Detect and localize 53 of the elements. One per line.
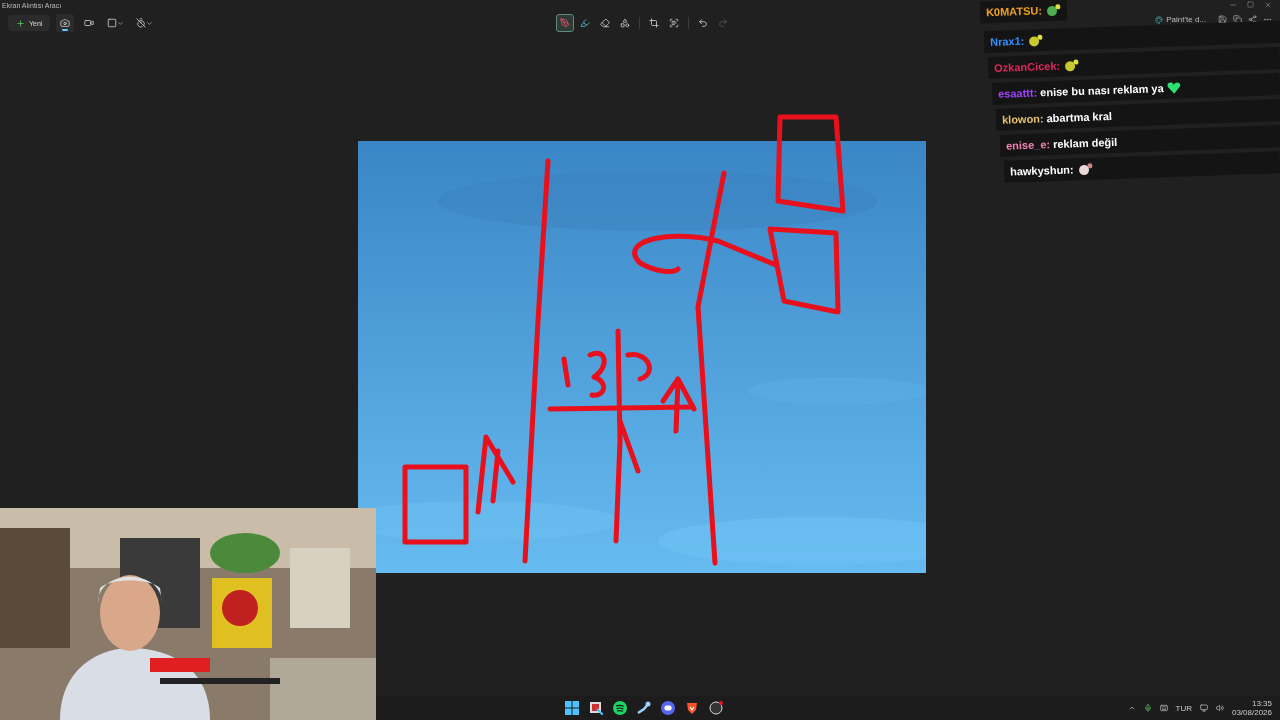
eraser-icon — [600, 18, 610, 28]
chevron-down-icon — [146, 19, 154, 27]
chat-username: enise_e: — [1005, 138, 1051, 152]
chat-username: K0MATSU: — [985, 4, 1043, 19]
network-icon[interactable] — [1199, 704, 1208, 712]
language-indicator[interactable]: TUR — [1175, 703, 1192, 713]
plus-icon — [16, 18, 25, 28]
chevron-up-icon[interactable] — [1127, 704, 1136, 712]
emote-icon — [1044, 2, 1062, 18]
video-icon — [84, 18, 95, 28]
close-icon[interactable] — [1264, 1, 1272, 9]
chat-username: esaattt: — [997, 86, 1038, 100]
camera-icon — [60, 18, 71, 28]
speaker-icon[interactable] — [1215, 704, 1224, 712]
open-in-paint-button[interactable]: Paint'te d... — [1149, 14, 1212, 25]
windows-logo-icon[interactable] — [565, 701, 579, 715]
timer-off-icon — [136, 18, 147, 28]
clock-date[interactable]: 03/08/2026 — [1231, 708, 1272, 717]
crop-icon — [649, 18, 659, 28]
undo-icon — [698, 18, 708, 28]
emote-icon — [1027, 33, 1044, 48]
game-controller-app-icon[interactable] — [661, 701, 675, 715]
heart-icon — [1166, 81, 1181, 94]
chat-username: Nrax1: — [989, 34, 1025, 48]
keyboard-icon[interactable] — [1159, 704, 1168, 712]
redo-icon — [718, 18, 728, 28]
chat-username: OzkanCicek: — [993, 59, 1061, 74]
chat-username: klowon: — [1001, 112, 1044, 126]
scissors-window-icon[interactable] — [589, 701, 603, 715]
rectangle-icon — [107, 18, 118, 28]
music-app-icon[interactable] — [613, 701, 627, 715]
chat-text: abartma kral — [1046, 109, 1113, 125]
share-icon[interactable] — [1248, 15, 1257, 24]
chat-text: enise bu nası reklam ya — [1039, 82, 1164, 99]
microphone-icon[interactable] — [1143, 704, 1152, 712]
clock-time[interactable]: 13:35 — [1251, 699, 1272, 708]
emote-icon — [1062, 57, 1080, 73]
highlighter-icon — [580, 18, 590, 28]
pen-button[interactable] — [556, 14, 574, 32]
palette-icon — [1155, 15, 1164, 24]
shapes-icon — [620, 18, 630, 28]
emote-icon — [1076, 161, 1093, 177]
chevron-down-icon — [117, 19, 125, 27]
more-icon[interactable] — [1263, 15, 1272, 24]
record-app-icon[interactable] — [709, 701, 723, 715]
pen-icon — [560, 18, 570, 28]
save-icon[interactable] — [1218, 15, 1227, 24]
lion-shield-icon[interactable] — [685, 701, 699, 715]
chat-text: reklam değil — [1052, 135, 1118, 151]
chat-username: hawkyshun: — [1009, 163, 1074, 178]
copy-icon[interactable] — [1233, 15, 1242, 24]
camera-mode-button[interactable] — [56, 14, 75, 32]
scan-icon — [669, 18, 679, 28]
